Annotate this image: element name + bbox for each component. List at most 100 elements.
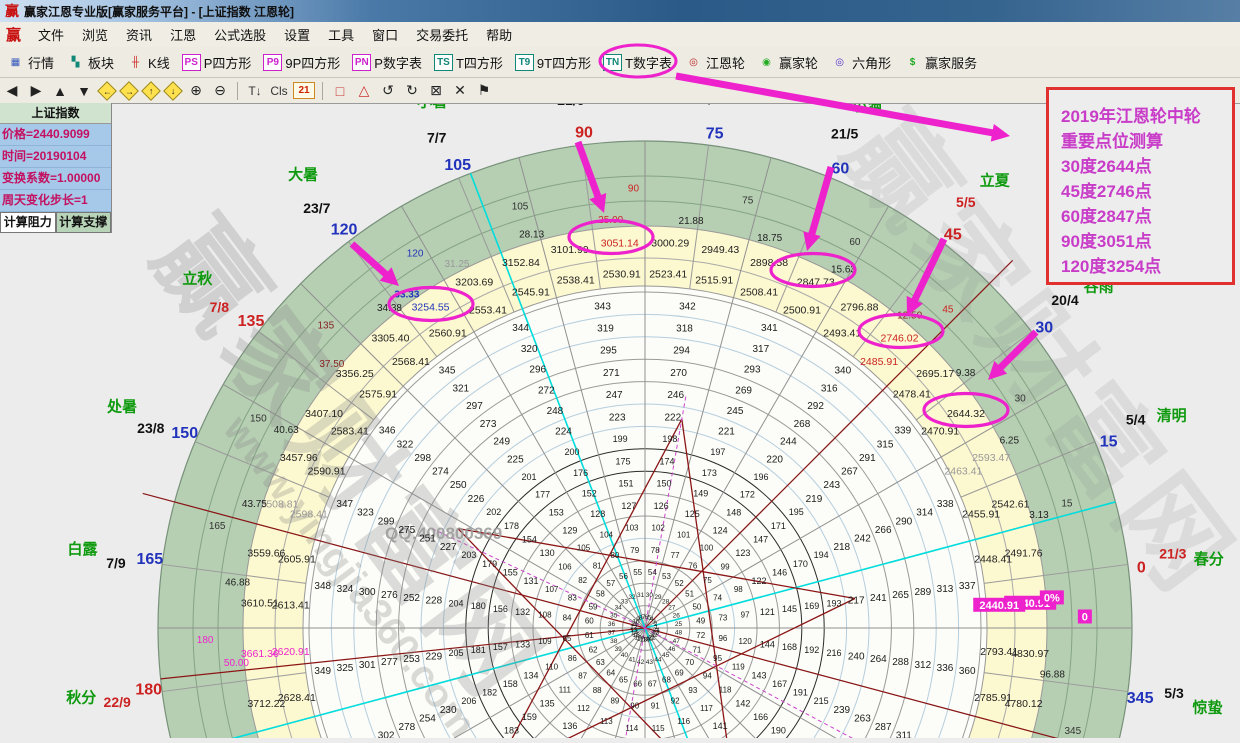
outer-price: 3254.55 <box>412 302 450 314</box>
spiral-number: 290 <box>896 516 913 527</box>
shift-right-icon[interactable]: → <box>119 81 139 101</box>
annotation-line: 45度2746点 <box>1061 179 1232 204</box>
spiral-number: 227 <box>440 542 457 553</box>
spiral-number: 29 <box>654 594 662 601</box>
toolbar-button-K线[interactable]: ╫K线 <box>123 52 173 73</box>
toolbar-button-六角形[interactable]: ◎六角形 <box>827 52 894 73</box>
degree-value: 345 <box>1064 726 1081 737</box>
time-scale-icon[interactable]: T↓ <box>245 81 265 101</box>
toolbar-button-T数字表[interactable]: TNT数字表 <box>600 52 675 73</box>
inner-price: 2598.41 <box>290 509 328 521</box>
main-toolbar: ▦行情 ▚板块 ╫K线 PSP四方形P99P四方形 PNP数字表 TST四方形 T99T四方… <box>0 47 1240 78</box>
step-down-icon[interactable]: ▼ <box>74 81 94 101</box>
zoom-out-icon[interactable]: ⊖ <box>210 81 230 101</box>
spiral-number: 289 <box>914 587 931 598</box>
toolbar-separator <box>322 82 323 100</box>
winner-wheel-icon: ◉ <box>757 54 776 71</box>
toolbar-button-赢家轮[interactable]: ◉赢家轮 <box>754 52 821 73</box>
spiral-number: 127 <box>621 501 636 511</box>
calc-resistance-button[interactable]: 计算阻力 <box>0 212 56 233</box>
spiral-number: 277 <box>381 657 398 668</box>
spiral-number: 135 <box>540 698 555 708</box>
inner-price: 2568.41 <box>392 356 430 368</box>
spiral-number: 342 <box>679 301 696 312</box>
menu-item-江恩[interactable]: 江恩 <box>161 23 205 46</box>
spiral-number: 45 <box>662 652 670 659</box>
spiral-number: 336 <box>937 663 954 674</box>
rotate-cw-icon[interactable]: ↻ <box>402 81 422 101</box>
toolbar-button-9T四方形[interactable]: T99T四方形 <box>512 52 594 73</box>
toolbar-button-行情[interactable]: ▦行情 <box>3 52 57 73</box>
spiral-number: 323 <box>357 508 374 519</box>
page-left-icon[interactable]: ◀ <box>2 81 22 101</box>
step-up-icon[interactable]: ▲ <box>50 81 70 101</box>
spiral-number: 75 <box>703 576 712 585</box>
menu-logo-icon: 赢 <box>6 24 21 45</box>
spiral-number: 266 <box>875 525 892 536</box>
menu-item-公式选股[interactable]: 公式选股 <box>205 23 275 46</box>
calendar-icon[interactable]: 21 <box>293 82 315 99</box>
shift-left-icon[interactable]: ← <box>97 81 117 101</box>
menu-item-帮助[interactable]: 帮助 <box>477 23 521 46</box>
page-right-icon[interactable]: ▶ <box>26 81 46 101</box>
triangle-tool-icon[interactable]: △ <box>354 81 374 101</box>
inner-price: 2455.91 <box>962 509 1000 521</box>
spiral-number: 183 <box>504 726 519 736</box>
spiral-number: 205 <box>449 648 464 658</box>
spiral-number: 314 <box>916 508 933 519</box>
spiral-number: 87 <box>578 672 587 681</box>
solar-date-label: 5/4 <box>1126 412 1146 428</box>
menu-item-浏览[interactable]: 浏览 <box>73 23 117 46</box>
spiral-number: 247 <box>606 390 623 401</box>
spiral-number: 154 <box>522 534 537 544</box>
zoom-in-icon[interactable]: ⊕ <box>186 81 206 101</box>
quote-table-icon: ▦ <box>6 54 25 71</box>
spiral-number: 267 <box>841 467 858 478</box>
window-title: 赢家江恩专业版[赢家服务平台] - [上证指数 江恩轮] <box>24 3 294 20</box>
calc-support-button[interactable]: 计算支撑 <box>56 212 112 233</box>
spiral-number: 176 <box>573 468 588 478</box>
toolbar-button-板块[interactable]: ▚板块 <box>63 52 117 73</box>
menu-item-资讯[interactable]: 资讯 <box>117 23 161 46</box>
spiral-number: 157 <box>493 642 508 652</box>
highlighted-value: 0% <box>1044 592 1060 604</box>
toolbar-button-P四方形[interactable]: PSP四方形 <box>179 52 255 73</box>
spiral-number: 241 <box>870 593 887 604</box>
flag-icon[interactable]: ⚑ <box>474 81 494 101</box>
spiral-number: 301 <box>359 660 376 671</box>
spiral-number: 60 <box>585 616 594 625</box>
menu-item-工具[interactable]: 工具 <box>319 23 363 46</box>
solar-date-label: 7/8 <box>210 299 230 315</box>
spiral-number: 324 <box>337 584 354 595</box>
degree-value: 135 <box>317 321 334 332</box>
toolbar-button-9P四方形[interactable]: P99P四方形 <box>260 52 343 73</box>
menu-item-窗口[interactable]: 窗口 <box>363 23 407 46</box>
shift-down-icon[interactable]: ↓ <box>163 81 183 101</box>
spiral-number: 338 <box>937 499 954 510</box>
kline-icon: ╫ <box>126 54 145 71</box>
shift-up-icon[interactable]: ↑ <box>141 81 161 101</box>
spiral-number: 341 <box>761 323 778 334</box>
spiral-number: 34 <box>615 605 623 612</box>
menu-item-交易委托[interactable]: 交易委托 <box>407 23 477 46</box>
spiral-number: 203 <box>461 550 476 560</box>
solar-date-label: 23/7 <box>303 200 330 216</box>
inner-price: 2508.41 <box>740 287 778 299</box>
spiral-number: 195 <box>789 507 804 517</box>
square-tool-icon[interactable]: □ <box>330 81 350 101</box>
outer-degree-label: 180 <box>135 682 162 699</box>
cls-icon[interactable]: Cls <box>269 81 289 101</box>
box-x-icon[interactable]: ⊠ <box>426 81 446 101</box>
spiral-number: 111 <box>559 685 572 694</box>
menu-item-文件[interactable]: 文件 <box>29 23 73 46</box>
menu-item-设置[interactable]: 设置 <box>275 23 319 46</box>
toolbar-button-赢家服务[interactable]: $赢家服务 <box>900 52 980 73</box>
rotate-ccw-icon[interactable]: ↺ <box>378 81 398 101</box>
center-cross-icon[interactable]: ✕ <box>450 81 470 101</box>
outer-degree-label: 60 <box>831 160 849 177</box>
toolbar-button-江恩轮[interactable]: ◎江恩轮 <box>681 52 748 73</box>
toolbar-button-P数字表[interactable]: PNP数字表 <box>349 52 425 73</box>
degree-value: 75 <box>742 196 754 207</box>
toolbar-button-T四方形[interactable]: TST四方形 <box>431 52 506 73</box>
toolbar-button-label: 赢家轮 <box>779 53 818 72</box>
